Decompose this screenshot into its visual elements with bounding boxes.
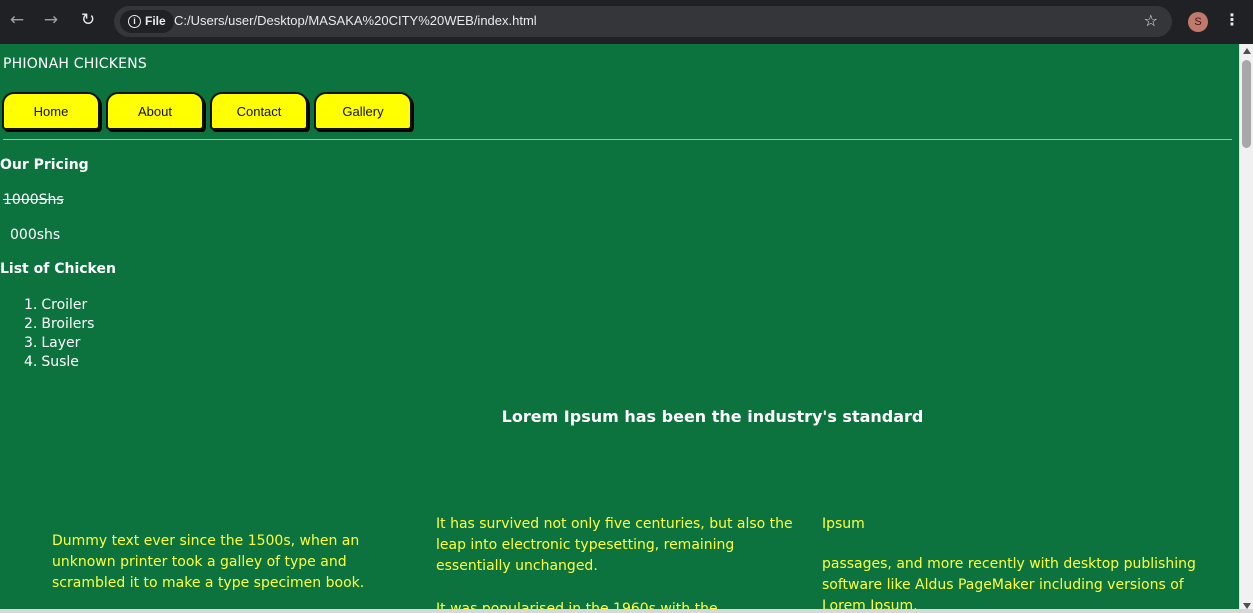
chicken-list: 1. Croiler 2. Broilers 3. Layer 4. Susle: [24, 296, 94, 372]
section-headline: Lorem Ipsum has been the industry's stan…: [501, 407, 924, 426]
info-icon: i: [128, 15, 141, 28]
text-column-2: It has survived not only five centuries,…: [436, 516, 793, 574]
old-price: 1000Shs: [3, 192, 64, 208]
nav-home-button[interactable]: Home: [2, 92, 100, 130]
list-item-label: Broilers: [41, 316, 95, 332]
browser-toolbar: ← → ↻ i File C:/Users/user/Desktop/MASAK…: [0, 0, 1253, 44]
pricing-heading: Our Pricing: [0, 157, 89, 173]
text-column-1: Dummy text ever since the 1500s, when an…: [52, 533, 365, 591]
text-column-3-title: Ipsum: [822, 516, 865, 532]
list-item: 2. Broilers: [24, 316, 95, 332]
text-column-2-more: It was popularised in the 1960s with the: [436, 601, 718, 609]
list-item-label: Croiler: [41, 297, 88, 313]
text-column-3: passages, and more recently with desktop…: [822, 556, 1196, 609]
address-bar[interactable]: i File C:/Users/user/Desktop/MASAKA%20CI…: [114, 6, 1172, 37]
site-brand: PHIONAH CHICKENS: [3, 56, 147, 72]
main-nav: Home About Contact Gallery: [2, 92, 412, 130]
list-item: 4. Susle: [24, 354, 79, 370]
forward-icon[interactable]: →: [40, 10, 62, 30]
list-item: 3. Layer: [24, 335, 81, 351]
list-item-label: Susle: [41, 354, 79, 370]
nav-contact-button[interactable]: Contact: [210, 92, 308, 130]
chicken-list-heading: List of Chicken: [0, 261, 116, 277]
scroll-up-arrow-icon[interactable]: [1243, 48, 1251, 54]
avatar[interactable]: S: [1188, 12, 1208, 32]
star-icon[interactable]: ☆: [1144, 11, 1158, 30]
list-item: 1. Croiler: [24, 297, 88, 313]
site-info-chip[interactable]: i File: [120, 10, 174, 33]
nav-about-button[interactable]: About: [106, 92, 204, 130]
kebab-menu-icon[interactable]: ⋮: [1224, 10, 1240, 29]
scroll-thumb[interactable]: [1242, 60, 1251, 148]
header-divider: [3, 139, 1232, 140]
horizontal-scrollbar[interactable]: [0, 609, 1253, 613]
reload-icon[interactable]: ↻: [77, 10, 99, 30]
file-label: File: [145, 14, 166, 28]
back-icon[interactable]: ←: [6, 10, 28, 30]
nav-gallery-button[interactable]: Gallery: [314, 92, 412, 130]
new-price: 000shs: [10, 227, 61, 243]
list-item-label: Layer: [41, 335, 81, 351]
web-page: PHIONAH CHICKENS Home About Contact Gall…: [0, 44, 1239, 609]
url-text[interactable]: C:/Users/user/Desktop/MASAKA%20CITY%20WE…: [174, 13, 537, 28]
vertical-scrollbar[interactable]: [1239, 44, 1253, 613]
